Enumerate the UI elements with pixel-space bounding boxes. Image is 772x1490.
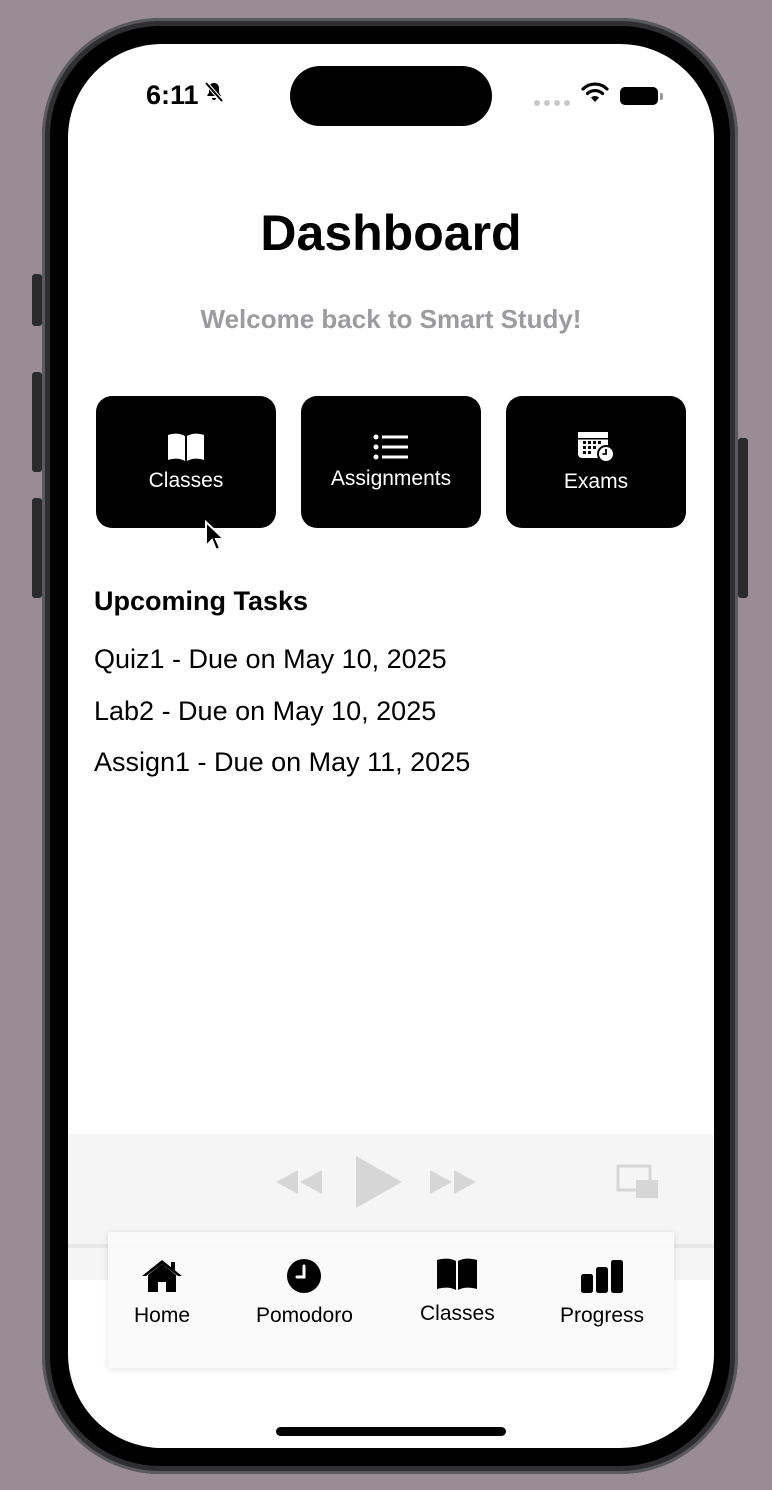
page-subtitle: Welcome back to Smart Study! — [200, 304, 582, 334]
simulator-stage: 6:11 Dashboard Welcome back to Smart Stu… — [0, 0, 772, 1490]
bar-chart-icon — [579, 1258, 625, 1300]
tab-home[interactable]: Home — [134, 1258, 190, 1328]
rewind-icon — [274, 1168, 324, 1201]
classes-card-button[interactable]: Classes — [96, 396, 276, 528]
picture-in-picture-icon — [616, 1164, 660, 1205]
bell-slash-icon — [202, 80, 226, 111]
status-indicators — [534, 82, 663, 109]
battery-icon — [620, 86, 663, 105]
mouse-cursor-icon — [204, 519, 227, 559]
assignments-card-button[interactable]: Assignments — [301, 396, 481, 528]
tab-progress-label: Progress — [560, 1304, 645, 1327]
tab-pomodoro[interactable]: Pomodoro — [256, 1258, 353, 1328]
task-item: Lab2 - Due on May 10, 2025 — [94, 696, 437, 726]
task-item: Assign1 - Due on May 11, 2025 — [94, 747, 471, 777]
page-title: Dashboard — [260, 205, 522, 261]
wifi-icon — [580, 82, 610, 109]
book-icon — [166, 431, 206, 463]
book-icon — [435, 1256, 479, 1298]
list-icon — [373, 433, 409, 461]
exams-card-label: Exams — [563, 470, 629, 493]
quick-actions: Classes Assignments Exams — [96, 396, 686, 528]
tab-bar: Home Pomodoro Classes Progress — [108, 1232, 674, 1368]
clock-icon — [286, 1258, 322, 1300]
assignments-card-label: Assignments — [330, 467, 452, 490]
volume-down-button — [32, 498, 42, 598]
dynamic-island — [290, 66, 492, 126]
cellular-signal-icon — [534, 86, 570, 106]
house-icon — [140, 1258, 184, 1300]
tab-classes[interactable]: Classes — [420, 1256, 495, 1326]
status-time: 6:11 — [146, 80, 199, 110]
phone-screen: 6:11 Dashboard Welcome back to Smart Stu… — [68, 44, 714, 1448]
tab-pomodoro-label: Pomodoro — [256, 1304, 353, 1327]
tab-home-label: Home — [134, 1304, 191, 1327]
status-time-group: 6:11 — [146, 80, 226, 111]
classes-card-label: Classes — [148, 469, 224, 492]
exams-card-button[interactable]: Exams — [506, 396, 686, 528]
tab-classes-label: Classes — [420, 1302, 495, 1325]
tab-progress[interactable]: Progress — [560, 1258, 644, 1328]
task-item: Quiz1 - Due on May 10, 2025 — [94, 644, 447, 674]
home-indicator[interactable] — [276, 1427, 506, 1436]
fast-forward-icon — [428, 1168, 478, 1201]
upcoming-tasks-heading: Upcoming Tasks — [94, 586, 309, 616]
action-button — [32, 274, 42, 326]
calendar-clock-icon — [576, 430, 616, 464]
power-button — [738, 438, 748, 598]
play-icon — [354, 1154, 404, 1215]
volume-up-button — [32, 372, 42, 472]
